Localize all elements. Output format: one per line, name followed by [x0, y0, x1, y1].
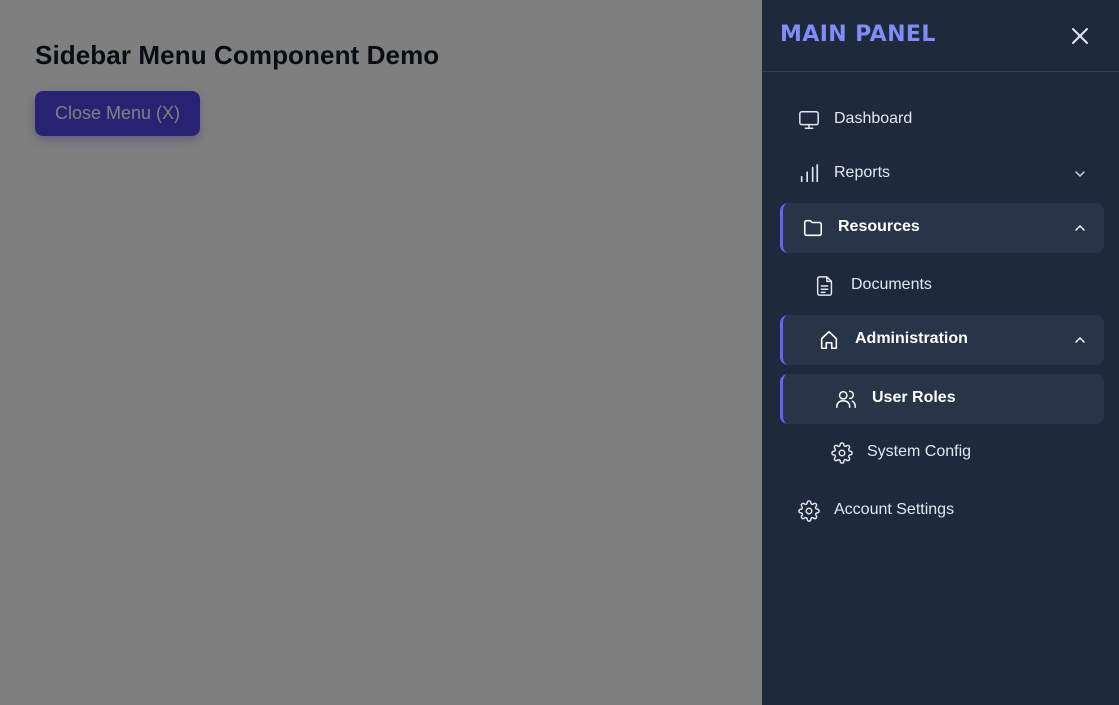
home-icon: [818, 329, 840, 351]
sidebar-item-label: Dashboard: [834, 110, 913, 127]
sidebar-item-label: System Config: [867, 443, 972, 460]
sidebar-item-system-config[interactable]: System Config: [780, 428, 1104, 478]
sidebar-item-user-roles[interactable]: User Roles: [780, 374, 1104, 424]
sidebar-item-label: Reports: [834, 164, 891, 181]
sidebar-item-label: Documents: [851, 276, 932, 293]
sidebar-item-documents[interactable]: Documents: [780, 261, 1104, 311]
sidebar-item-label: User Roles: [872, 389, 956, 406]
sidebar-item-dashboard[interactable]: Dashboard: [780, 95, 1104, 145]
chevron-down-icon: [1072, 166, 1088, 182]
sidebar: MAIN PANEL Dashboard Reports Resources D…: [762, 0, 1119, 705]
gear-icon: [798, 500, 820, 522]
users-icon: [835, 388, 857, 410]
monitor-icon: [798, 109, 820, 131]
page: Sidebar Menu Component Demo Close Menu (…: [0, 0, 1119, 705]
sidebar-item-label: Account Settings: [834, 501, 955, 518]
sidebar-item-label: Resources: [838, 218, 920, 235]
sidebar-brand: MAIN PANEL: [780, 22, 936, 47]
gear-icon: [831, 442, 853, 464]
sidebar-item-administration[interactable]: Administration: [780, 315, 1104, 365]
folder-icon: [802, 217, 824, 239]
sidebar-item-label: Administration: [855, 330, 968, 347]
close-icon[interactable]: [1068, 24, 1092, 48]
sidebar-header: MAIN PANEL: [762, 0, 1119, 72]
chevron-up-icon: [1072, 220, 1088, 236]
bar-chart-icon: [798, 163, 820, 185]
sidebar-item-reports[interactable]: Reports: [780, 149, 1104, 199]
backdrop-overlay[interactable]: [0, 0, 762, 705]
document-icon: [814, 275, 836, 297]
sidebar-item-resources[interactable]: Resources: [780, 203, 1104, 253]
chevron-up-icon: [1072, 332, 1088, 348]
sidebar-item-account-settings[interactable]: Account Settings: [780, 486, 1104, 536]
